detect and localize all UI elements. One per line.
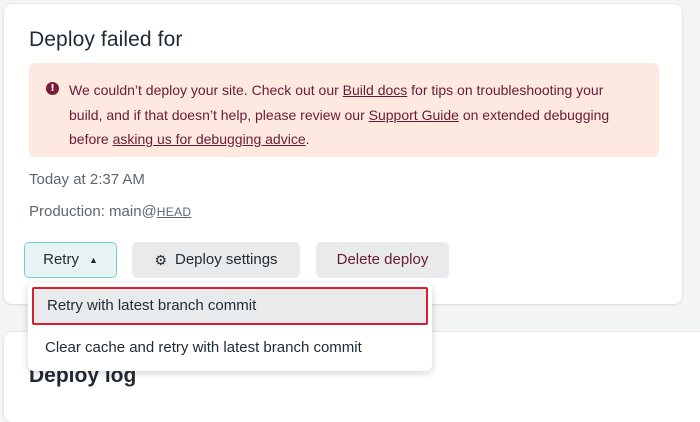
support-guide-link[interactable]: Support Guide <box>369 107 459 123</box>
debugging-advice-link[interactable]: asking us for debugging advice <box>113 131 306 147</box>
production-branch: Production: main@HEAD <box>29 203 191 220</box>
retry-dropdown-menu: Retry with latest branch commit Clear ca… <box>28 283 432 371</box>
exclamation-circle-icon: ! <box>46 82 59 95</box>
retry-label: Retry <box>43 251 79 268</box>
menu-item-retry-latest-commit[interactable]: Retry with latest branch commit <box>32 287 428 325</box>
deploy-failed-alert: ! We couldn’t deploy your site. Check ou… <box>29 63 659 157</box>
deploy-timestamp: Today at 2:37 AM <box>29 171 145 188</box>
build-docs-link[interactable]: Build docs <box>343 82 408 98</box>
alert-text: We couldn’t deploy your site. Check out … <box>69 82 343 98</box>
commit-ref-link[interactable]: HEAD <box>157 205 192 219</box>
production-label: Production: main@ <box>29 203 157 220</box>
page-title: Deploy failed for <box>29 28 183 51</box>
deploy-settings-button[interactable]: ⚙ Deploy settings <box>132 242 300 278</box>
menu-item-clear-cache-retry[interactable]: Clear cache and retry with latest branch… <box>28 329 432 367</box>
alert-text: . <box>305 131 310 147</box>
gear-icon: ⚙ <box>154 252 167 268</box>
chevron-up-icon: ▲ <box>88 255 98 265</box>
retry-button[interactable]: Retry ▲ <box>24 242 117 278</box>
deploy-settings-label: Deploy settings <box>175 251 278 268</box>
delete-deploy-button[interactable]: Delete deploy <box>316 242 449 278</box>
delete-deploy-label: Delete deploy <box>336 251 429 268</box>
